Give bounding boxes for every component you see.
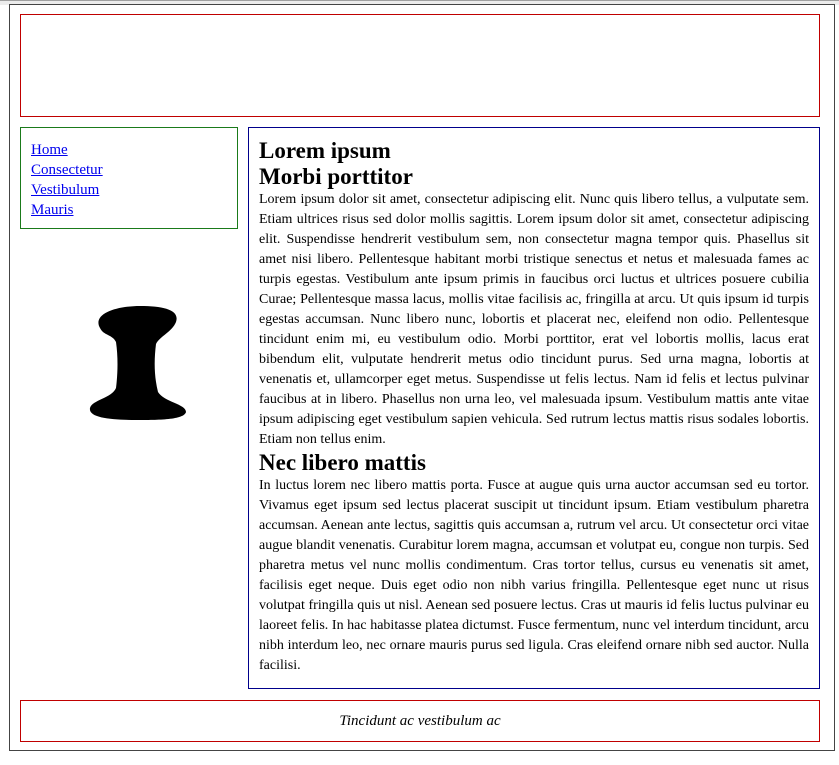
sidebar-nav: Home Consectetur Vestibulum Mauris	[20, 127, 238, 229]
footer-text: Tincidunt ac vestibulum ac	[339, 713, 501, 729]
section-paragraph-morbi: Lorem ipsum dolor sit amet, consectetur …	[259, 192, 809, 447]
page-title: Lorem ipsum	[259, 138, 391, 163]
nav-link-consectetur[interactable]: Consectetur	[31, 160, 237, 180]
nav-link-vestibulum[interactable]: Vestibulum	[31, 180, 237, 200]
footer: Tincidunt ac vestibulum ac	[20, 700, 820, 742]
section-heading-morbi: Morbi porttitor	[259, 164, 413, 189]
section-paragraph-nec: In luctus lorem nec libero mattis porta.…	[259, 478, 809, 673]
nav-link-home[interactable]: Home	[31, 140, 237, 160]
main-content: Lorem ipsum Morbi porttitor Lorem ipsum …	[248, 127, 820, 689]
nav-link-mauris[interactable]: Mauris	[31, 200, 237, 220]
stylized-letter-i-icon	[86, 300, 196, 426]
section-heading-nec: Nec libero mattis	[259, 450, 426, 475]
header-banner	[20, 14, 820, 117]
